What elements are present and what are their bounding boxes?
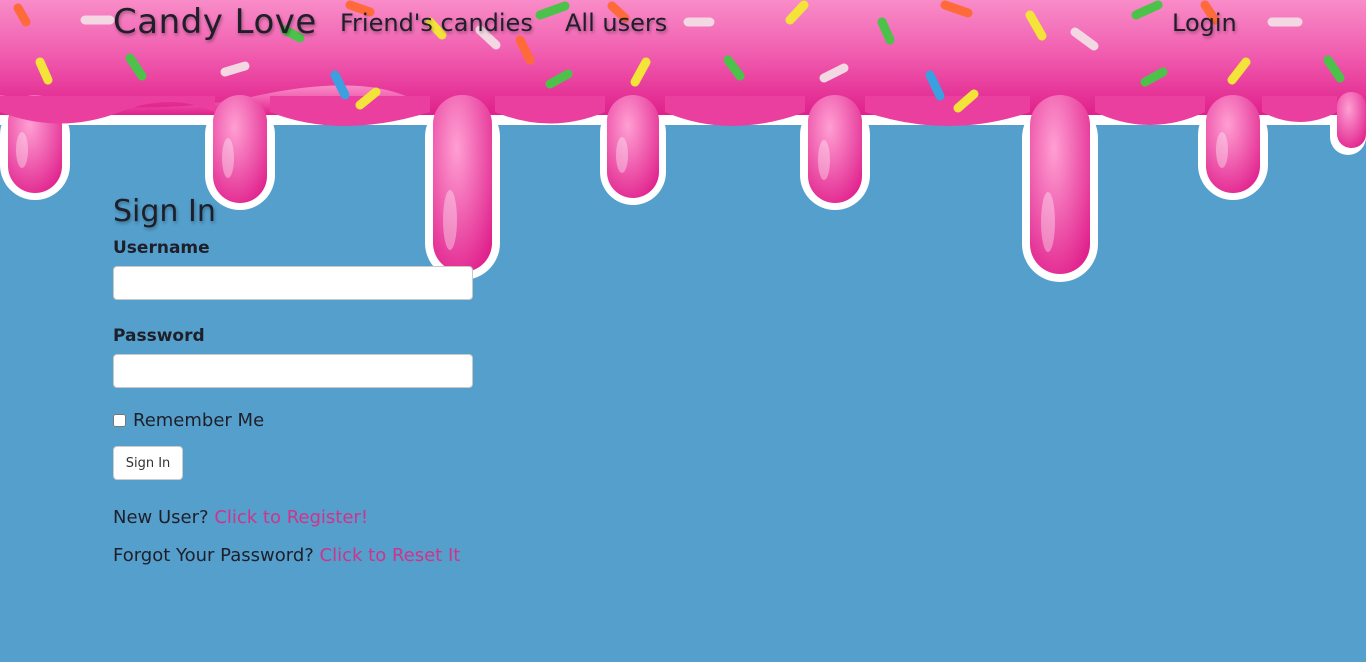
signin-form: Username Password Remember Me Sign In <box>113 238 533 480</box>
remember-me-checkbox[interactable] <box>113 413 126 427</box>
password-label: Password <box>113 326 205 346</box>
register-line: New User? Click to Register! <box>113 506 533 530</box>
reset-password-link[interactable]: Click to Reset It <box>320 545 461 566</box>
register-link[interactable]: Click to Register! <box>214 507 368 528</box>
register-prompt: New User? <box>113 507 209 528</box>
reset-prompt: Forgot Your Password? <box>113 545 314 566</box>
reset-password-line: Forgot Your Password? Click to Reset It <box>113 544 533 568</box>
brand-logo-link[interactable]: Candy Love <box>113 2 317 42</box>
password-input[interactable] <box>113 354 473 388</box>
signin-panel: Sign In Username Password Remember Me Si… <box>113 192 533 582</box>
nav-link-login[interactable]: Login <box>1172 8 1237 38</box>
nav-link-all-users[interactable]: All users <box>565 8 667 38</box>
top-navbar: Candy Love Friend's candies All users Lo… <box>0 0 1366 46</box>
sign-in-button[interactable]: Sign In <box>113 446 183 480</box>
page-title: Sign In <box>113 194 216 229</box>
username-label: Username <box>113 238 210 258</box>
username-input[interactable] <box>113 266 473 300</box>
nav-link-friends-candies[interactable]: Friend's candies <box>340 8 533 38</box>
remember-me-row: Remember Me <box>113 408 533 432</box>
page: Candy Love Friend's candies All users Lo… <box>0 0 1366 662</box>
remember-me-label[interactable]: Remember Me <box>133 410 264 431</box>
